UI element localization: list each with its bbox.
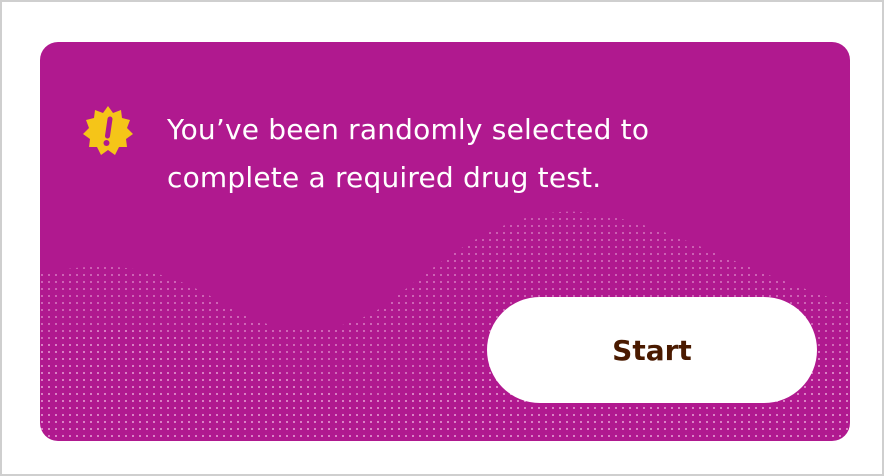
start-button[interactable]: Start bbox=[487, 297, 817, 403]
notification-frame: You’ve been randomly selected to complet… bbox=[0, 0, 884, 476]
alert-badge-icon bbox=[83, 106, 133, 155]
drug-test-card: You’ve been randomly selected to complet… bbox=[40, 42, 850, 441]
drug-test-message: You’ve been randomly selected to complet… bbox=[167, 113, 650, 194]
